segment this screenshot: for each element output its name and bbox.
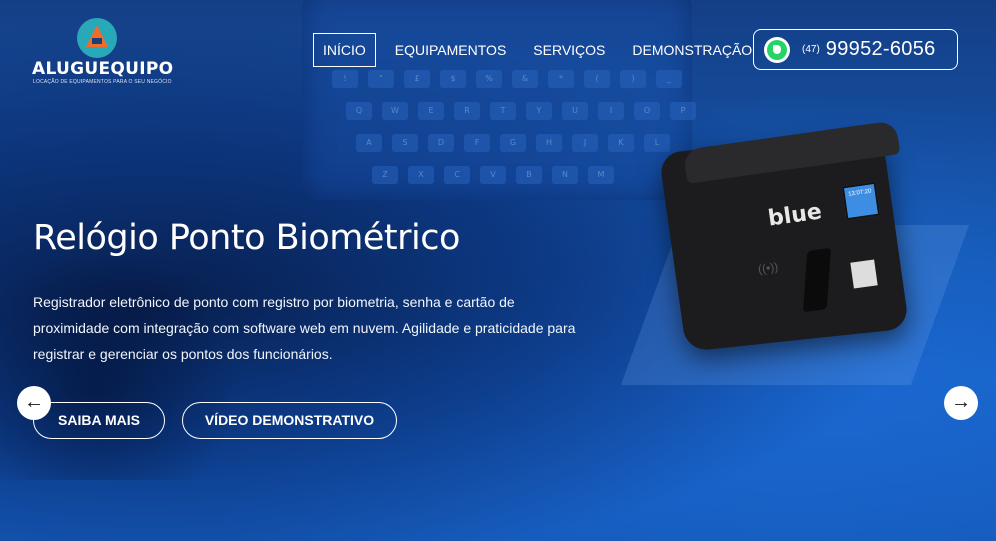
main-nav: INÍCIO EQUIPAMENTOS SERVIÇOS DEMONSTRAÇÃ… [313, 33, 779, 67]
key: O [634, 102, 660, 120]
whatsapp-icon [764, 36, 790, 63]
device-screen: 13:07:20 [841, 181, 881, 221]
key: % [476, 70, 502, 88]
key: K [608, 134, 634, 152]
arrow-right-icon[interactable]: → [944, 386, 978, 420]
key: T [490, 102, 516, 120]
rfid-icon: ((•)) [757, 259, 780, 277]
key: Z [372, 166, 398, 184]
key: B [516, 166, 542, 184]
key: M [588, 166, 614, 184]
video-demonstrativo-button[interactable]: VÍDEO DEMONSTRATIVO [182, 402, 397, 439]
saiba-mais-button[interactable]: SAIBA MAIS [33, 402, 165, 439]
keyboard-background-image: ! " £ $% & *() _ QWERTYUIOP ASDFGHJKL ZXCVBNM [302, 0, 696, 200]
key: * [548, 70, 574, 88]
arrow-left-icon[interactable]: ← [17, 386, 51, 420]
slide-description: Registrador eletrônico de ponto com regi… [33, 294, 576, 362]
key: R [454, 102, 480, 120]
nav-item-equipamentos[interactable]: EQUIPAMENTOS [395, 33, 507, 67]
fingerprint-sensor [802, 247, 832, 313]
key: P [670, 102, 696, 120]
key: Y [526, 102, 552, 120]
key: Q [346, 102, 372, 120]
logo-text: ALUGUEQUIPO [32, 59, 174, 79]
key: F [464, 134, 490, 152]
phone-area-code: (47) [802, 44, 820, 55]
whatsapp-contact-button[interactable]: (47) 99952-6056 [753, 29, 958, 70]
key: " [368, 70, 394, 88]
key: E [418, 102, 444, 120]
nav-item-servicos[interactable]: SERVIÇOS [533, 33, 605, 67]
key: G [500, 134, 526, 152]
key: V [480, 166, 506, 184]
logo-tagline: LOCAÇÃO DE EQUIPAMENTOS PARA O SEU NEGÓC… [33, 79, 172, 85]
key: I [598, 102, 624, 120]
key: A [356, 134, 382, 152]
nav-item-demonstracao[interactable]: DEMONSTRAÇÃO [632, 33, 752, 67]
key: _ [656, 70, 682, 88]
key: W [382, 102, 408, 120]
key: X [408, 166, 434, 184]
key: U [562, 102, 588, 120]
key: ! [332, 70, 358, 88]
key: $ [440, 70, 466, 88]
key: ) [620, 70, 646, 88]
nav-item-inicio[interactable]: INÍCIO [313, 33, 376, 67]
site-logo[interactable]: ALUGUEQUIPO LOCAÇÃO DE EQUIPAMENTOS PARA… [32, 18, 174, 88]
key: N [552, 166, 578, 184]
device-label [850, 259, 878, 289]
key: J [572, 134, 598, 152]
logo-icon [77, 18, 117, 58]
product-image-time-clock: blue 13:07:20 ((•)) [620, 120, 970, 385]
key: C [444, 166, 470, 184]
key: D [428, 134, 454, 152]
key: H [536, 134, 562, 152]
phone-number: 99952-6056 [825, 38, 936, 60]
key: ( [584, 70, 610, 88]
key: S [392, 134, 418, 152]
slide-title: Relógio Ponto Biométrico [33, 218, 460, 258]
key: £ [404, 70, 430, 88]
key: & [512, 70, 538, 88]
